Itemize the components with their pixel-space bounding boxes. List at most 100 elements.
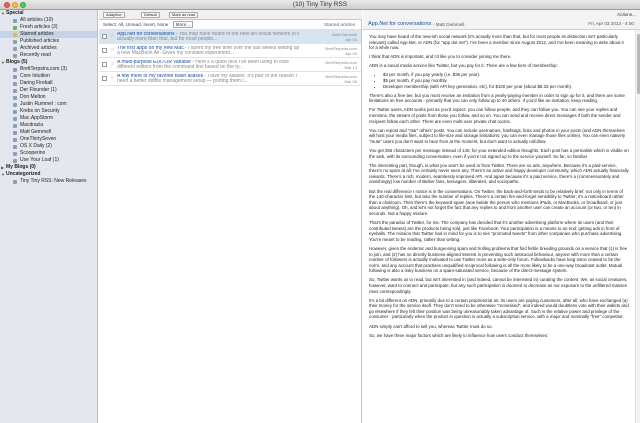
sidebar-item[interactable]: OS X Daily (2) <box>0 143 97 150</box>
sidebar-category[interactable]: ▶ My Blogs (0) <box>0 164 97 171</box>
sidebar-item-label: Recently read <box>20 52 51 58</box>
feed-icon <box>13 116 17 121</box>
article-checkbox[interactable] <box>102 34 107 39</box>
sidebar-item[interactable]: Starred articles <box>0 31 97 38</box>
article-date: Apr 03 <box>345 51 357 56</box>
article-row[interactable]: ☆ App.Net for conversations - You may hav… <box>99 30 361 44</box>
article-paragraph: You can repost and "star" others' posts.… <box>369 127 626 144</box>
article-paragraph: You may have heard of the new-ish social… <box>369 34 624 51</box>
article-row[interactable]: ☆ A few more of my favorite Bash aliases … <box>99 72 361 86</box>
article-paragraph: ADN simply can't afford to sell you, whe… <box>369 323 493 329</box>
sidebar-item[interactable]: OneThirtySeven <box>0 136 97 143</box>
feed-icon <box>13 67 17 72</box>
title-bar: (10) Tiny Tiny RSS <box>0 0 640 10</box>
sidebar-category[interactable]: ▼ Blogs (5) <box>0 59 97 66</box>
sidebar-item[interactable]: Scooperino <box>0 150 97 157</box>
article-content: You may have heard of the new-ish social… <box>363 30 635 423</box>
star-icon[interactable]: ☆ <box>110 75 114 81</box>
article-row[interactable]: ☆ A multi-purpose EDITOR variable - Here'… <box>99 58 361 72</box>
article-paragraph: So, Twitter wants us to read, but isn't … <box>369 277 628 294</box>
article-row[interactable]: ☆ The first apps on my new Mac - I spent … <box>99 44 361 58</box>
sidebar-category[interactable]: ▼ Uncategorized <box>0 171 97 178</box>
sidebar-item[interactable]: Use Your Loaf (1) <box>0 157 97 164</box>
sidebar-item[interactable]: Matt Gemmell <box>0 129 97 136</box>
fresh-icon <box>13 25 17 30</box>
article-date: Fri, Apr 03 2013 - 4:00 <box>588 21 634 26</box>
sidebar-item-label: Der Flounder (1) <box>20 87 57 93</box>
sidebar-item[interactable]: BrettTerpstra.com (3) <box>0 66 97 73</box>
sidebar-item[interactable]: Core Intuition <box>0 73 97 80</box>
sidebar-item[interactable]: Macdrazia <box>0 122 97 129</box>
archive-icon <box>13 46 17 51</box>
sidebar-item[interactable]: Archived articles <box>0 45 97 52</box>
star-icon[interactable]: ☆ <box>110 61 114 67</box>
sidebar-item[interactable]: All articles (10) <box>0 17 97 24</box>
membership-tier: Developer membership (with API key gener… <box>383 84 629 90</box>
feed-icon <box>13 158 17 163</box>
star-icon[interactable]: ☆ <box>110 47 114 53</box>
article-date: Mar 09 <box>344 79 357 84</box>
sidebar-item-label: Blogs (5) <box>6 59 28 65</box>
feed-icon <box>13 137 17 142</box>
sidebar-item[interactable]: Fresh articles (3) <box>0 24 97 31</box>
sidebar-item-label: Macdrazia <box>20 122 44 128</box>
article-header: Actions... App.Net for conversations - M… <box>363 10 640 30</box>
feed-tree-sidebar: ▼ Special All articles (10) Fresh articles … <box>0 10 98 423</box>
feed-icon <box>13 95 17 100</box>
sidebar-item[interactable]: Published articles <box>0 38 97 45</box>
sidebar-item-label: BrettTerpstra.com (3) <box>20 66 67 72</box>
current-feed-name: Starred articles <box>324 22 355 27</box>
actions-menu-button[interactable]: Actions... <box>617 12 636 17</box>
feed-icon <box>13 102 17 107</box>
mark-as-read-select[interactable]: Mark as read <box>169 12 199 18</box>
article-checkbox[interactable] <box>102 48 107 53</box>
feed-icon <box>13 179 17 184</box>
sidebar-item[interactable]: Der Flounder (1) <box>0 87 97 94</box>
publish-icon <box>13 39 17 44</box>
sidebar-category[interactable]: ▼ Special <box>0 10 97 17</box>
sidebar-item-label: Use Your Loaf (1) <box>20 157 59 163</box>
sidebar-item-label: Don Melton <box>20 94 46 100</box>
sidebar-item-label: Krebs on Security <box>20 108 60 114</box>
feed-icon <box>13 109 17 114</box>
more-select[interactable]: More... <box>172 21 193 28</box>
sidebar-item[interactable]: Krebs on Security <box>0 108 97 115</box>
article-headline[interactable]: App.Net for conversations - You may have… <box>117 32 302 43</box>
article-paragraph: But the real difference I notice is in t… <box>369 188 624 216</box>
selection-bar: Select: All, Unread, Invert, None More..… <box>99 20 361 30</box>
article-author: - Matt Gemmell <box>433 21 465 27</box>
triangle-right-icon[interactable]: ▶ <box>1 164 4 171</box>
sidebar-item-label: Published articles <box>20 38 60 44</box>
article-headline[interactable]: A multi-purpose EDITOR variable - Here's… <box>117 60 302 71</box>
sidebar-item-label: Uncategorized <box>6 171 41 177</box>
triangle-down-icon[interactable]: ▼ <box>1 171 5 178</box>
sidebar-item-label: My Blogs (0) <box>6 164 36 170</box>
order-select[interactable]: Default <box>141 12 160 18</box>
select-links[interactable]: Select: All, Unread, Invert, None <box>103 22 168 27</box>
article-checkbox[interactable] <box>102 76 107 81</box>
article-title-link[interactable]: App.Net for conversations <box>368 21 431 27</box>
article-paragraph: There's also a free tier, but you must r… <box>369 92 625 104</box>
article-headline[interactable]: The first apps on my new Mac - I spent m… <box>117 46 302 57</box>
sidebar-item[interactable]: Recently read <box>0 52 97 59</box>
sidebar-item[interactable]: Mac.AppStorm <box>0 115 97 122</box>
sidebar-item[interactable]: Daring Fireball <box>0 80 97 87</box>
sidebar-item-label: Archived articles <box>20 45 57 51</box>
sidebar-item[interactable]: Don Melton <box>0 94 97 101</box>
article-paragraph: You get 256 characters per message inste… <box>369 148 629 159</box>
article-paragraph: For Twitter users, ADN works just as you… <box>369 107 621 124</box>
feed-icon <box>13 123 17 128</box>
sidebar-item[interactable]: Tiny Tiny RSS: New Releases <box>0 178 97 185</box>
window-title: (10) Tiny Tiny RSS <box>292 1 348 8</box>
reader-scrollbar[interactable] <box>635 30 640 423</box>
feed-icon <box>13 88 17 93</box>
triangle-down-icon[interactable]: ▼ <box>1 10 5 17</box>
star-icon[interactable]: ☆ <box>110 33 114 39</box>
triangle-down-icon[interactable]: ▼ <box>1 59 5 66</box>
sidebar-item-label: All articles (10) <box>20 17 54 23</box>
article-headline[interactable]: A few more of my favorite Bash aliases -… <box>117 74 302 85</box>
sidebar-item-label: OS X Daily (2) <box>20 143 52 149</box>
sidebar-item[interactable]: Justin Rummel : com <box>0 101 97 108</box>
view-mode-select[interactable]: Adaptive <box>103 12 125 18</box>
article-checkbox[interactable] <box>102 62 107 67</box>
